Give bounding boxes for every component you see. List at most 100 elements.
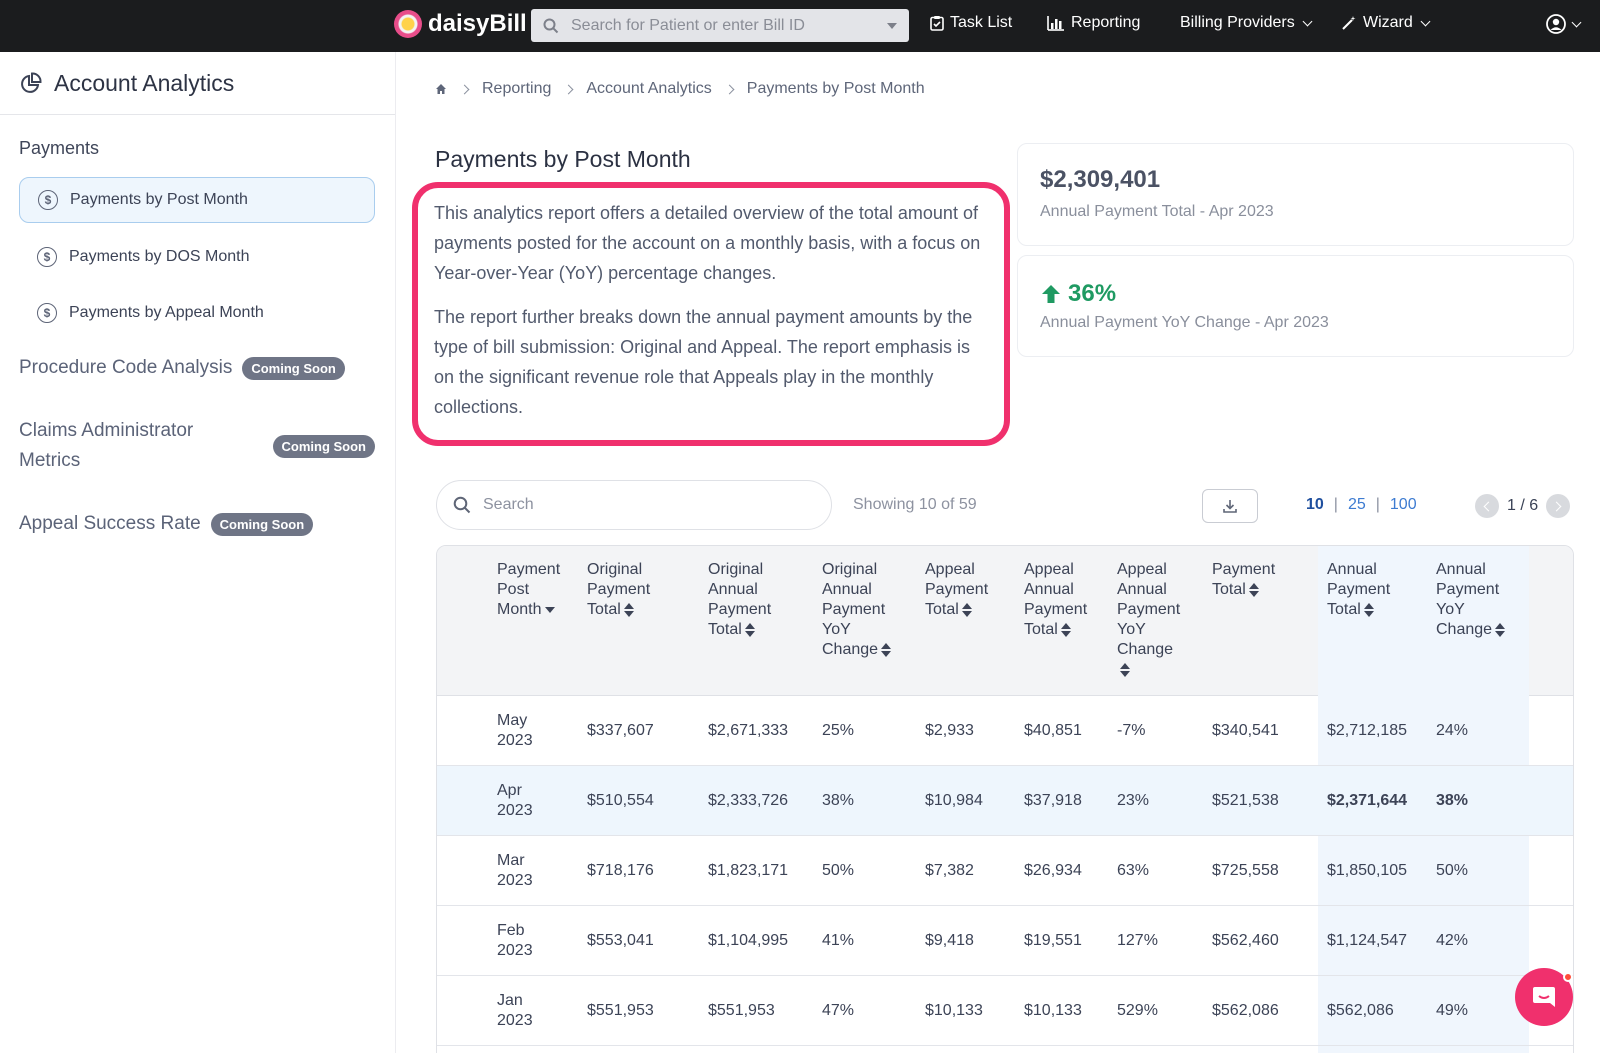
previous-page-button[interactable] (1475, 494, 1499, 518)
header-payment-total[interactable]: Payment Total (1212, 560, 1275, 600)
sidebar-item-payments-by-appeal-month[interactable]: $ Payments by Appeal Month (19, 290, 375, 336)
table-row[interactable]: May 2023 $337,607 $2,671,333 25% $2,933 $… (437, 696, 1573, 766)
nav-wizard[interactable]: Wizard (1341, 14, 1431, 32)
table-row[interactable]: Mar 2023 $718,176 $1,823,171 50% $7,382 $… (437, 836, 1573, 906)
cell-original-yoy-change: 50% (822, 862, 855, 879)
sidebar: Account Analytics Payments $ Payments by… (0, 52, 396, 1053)
header-original-payment-total[interactable]: Original Payment Total (587, 560, 650, 620)
home-icon[interactable] (435, 83, 447, 95)
nav-billing-providers-label: Billing Providers (1180, 14, 1295, 31)
page-size-25[interactable]: 25 (1348, 496, 1366, 514)
header-appeal-payment-total[interactable]: Appeal Payment Total (925, 560, 988, 620)
download-button[interactable] (1202, 489, 1258, 523)
sidebar-item-procedure-code-analysis[interactable]: Procedure Code Analysis Coming Soon (19, 353, 345, 383)
breadcrumb-reporting[interactable]: Reporting (482, 80, 551, 98)
cell-month-name: Mar (497, 852, 525, 869)
page-size-divider: | (1375, 496, 1380, 513)
header-text: Payment (587, 581, 651, 598)
page-size-10[interactable]: 10 (1306, 496, 1324, 514)
chevron-left-icon (1483, 501, 1494, 511)
sidebar-item-label-line1: Claims Administrator (19, 420, 194, 441)
header-text: Total (587, 601, 621, 618)
header-text: Appeal (925, 561, 975, 578)
cell-month-name: May (497, 712, 528, 729)
header-text: Annual (1024, 581, 1074, 598)
download-icon (1223, 500, 1237, 513)
next-page-button[interactable] (1546, 494, 1571, 518)
sidebar-item-label-line2: Metrics (19, 450, 81, 471)
cell-original-annual-payment-total: $1,823,171 (708, 862, 789, 879)
cell-original-payment-total: $553,041 (587, 932, 654, 949)
cell-appeal-yoy-change: -7% (1117, 722, 1146, 739)
cell-year: 2023 (497, 1012, 533, 1029)
cell-original-yoy-change: 47% (822, 1002, 855, 1019)
chevron-down-icon (1302, 16, 1313, 26)
table-row[interactable]: Feb 2023 $553,041 $1,104,995 41% $9,418 $… (437, 906, 1573, 976)
annual-payment-total-card: $2,309,401 Annual Payment Total - Apr 20… (1017, 143, 1574, 246)
table-row[interactable]: Jan 2023 $551,953 $551,953 47% $10,133 $1… (437, 976, 1573, 1046)
notification-dot (1563, 972, 1573, 982)
cell-original-payment-total: $718,176 (587, 862, 654, 879)
sort-icon (881, 642, 892, 657)
nav-wizard-label: Wizard (1363, 14, 1413, 31)
header-text: Post (497, 581, 530, 598)
header-original-annual-payment-total[interactable]: Original Annual Payment Total (708, 560, 771, 640)
nav-task-list[interactable]: Task List (930, 14, 1012, 32)
breadcrumb-account-analytics[interactable]: Account Analytics (586, 80, 711, 98)
header-annual-payment-yoy-change[interactable]: Annual Payment YoY Change (1436, 560, 1506, 640)
report-description: This analytics report offers a detailed … (412, 182, 1010, 446)
header-annual-payment-total[interactable]: Annual Payment Total (1327, 560, 1390, 620)
sidebar-item-appeal-success-rate[interactable]: Appeal Success Rate Coming Soon (19, 509, 314, 539)
header-original-annual-payment-yoy-change[interactable]: Original Annual Payment YoY Change (822, 560, 892, 660)
header-text: Change (822, 641, 879, 658)
header-text: Payment (497, 561, 561, 578)
sidebar-item-label: Appeal Success Rate (19, 513, 201, 534)
header-text: Payment (708, 601, 772, 618)
coming-soon-badge: Coming Soon (210, 512, 314, 536)
header-appeal-annual-payment-yoy-change[interactable]: Appeal Annual Payment YoY Change (1117, 560, 1180, 680)
chevron-right-icon (1551, 501, 1562, 511)
header-text: YoY (1436, 601, 1465, 618)
cell-appeal-annual-payment-total: $19,551 (1024, 932, 1082, 949)
cell-payment-total: $521,538 (1212, 792, 1279, 809)
page-size-100[interactable]: 100 (1390, 496, 1417, 514)
page-indicator: 1 / 6 (1507, 497, 1539, 514)
sidebar-item-payments-by-post-month[interactable]: $ Payments by Post Month (19, 177, 375, 223)
header-text: Payment (1212, 561, 1276, 578)
description-paragraph-2: The report further breaks down the annua… (434, 307, 973, 417)
nav-reporting[interactable]: Reporting (1047, 14, 1140, 32)
dollar-circle-icon: $ (38, 190, 58, 210)
sidebar-item-payments-by-dos-month[interactable]: $ Payments by DOS Month (19, 234, 375, 280)
header-payment-post-month[interactable]: Payment Post Month (497, 560, 560, 620)
header-text: Annual (1327, 561, 1377, 578)
table-search-input[interactable]: Search (436, 480, 832, 530)
sidebar-item-claims-administrator-metrics[interactable]: Claims Administrator Metrics Coming Soon (19, 416, 375, 476)
global-search-input[interactable]: Search for Patient or enter Bill ID (531, 9, 909, 42)
cell-original-annual-payment-total: $1,104,995 (708, 932, 789, 949)
search-dropdown-caret-icon[interactable] (887, 22, 897, 29)
header-text: Annual (822, 581, 872, 598)
cell-payment-total: $562,086 (1212, 1002, 1279, 1019)
daisybill-logo[interactable]: daisyBill (394, 10, 527, 38)
header-appeal-annual-payment-total[interactable]: Appeal Annual Payment Total (1024, 560, 1087, 640)
cell-annual-payment-total: $2,371,644 (1327, 792, 1408, 809)
cell-year: 2023 (497, 732, 533, 749)
daisy-flower-icon (394, 10, 422, 38)
header-text: Total (708, 621, 742, 638)
table-row-highlighted[interactable]: Apr 2023 $510,554 $2,333,726 38% $10,984 … (437, 766, 1573, 836)
cell-annual-yoy-change: 24% (1436, 722, 1469, 739)
sidebar-section-payments: Payments (19, 138, 100, 158)
brand-name: daisyBill (428, 10, 527, 37)
arrow-up-icon (1042, 285, 1060, 303)
cell-annual-yoy-change: 42% (1436, 932, 1469, 949)
page-title: Payments by Post Month (435, 146, 691, 172)
payments-table: Payment Post Month Original Payment Tota… (436, 545, 1574, 1053)
header-text: Original (708, 561, 764, 578)
header-text: Total (1024, 621, 1058, 638)
nav-billing-providers[interactable]: Billing Providers (1180, 14, 1313, 32)
cell-payment-total: $562,460 (1212, 932, 1279, 949)
user-menu[interactable] (1546, 14, 1582, 34)
dollar-circle-icon: $ (37, 303, 57, 323)
dollar-circle-icon: $ (37, 247, 57, 267)
header-text: Payment (925, 581, 989, 598)
